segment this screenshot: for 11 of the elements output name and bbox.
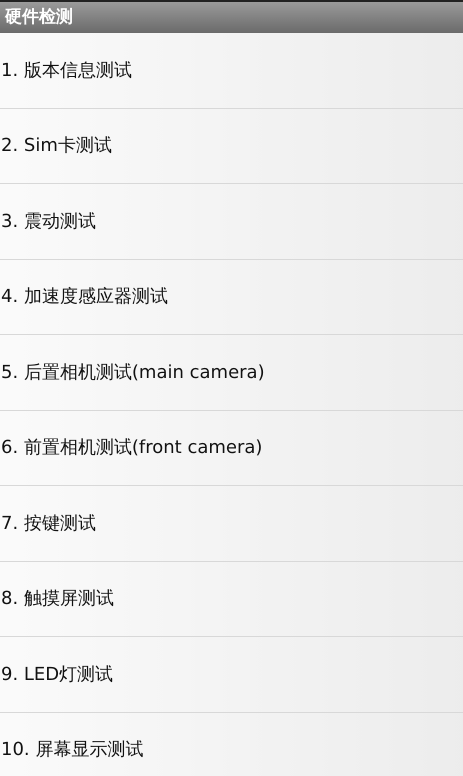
list-item[interactable]: 7. 按键测试 [0,486,463,562]
list-item[interactable]: 9. LED灯测试 [0,637,463,712]
list-item[interactable]: 4. 加速度感应器测试 [0,260,463,335]
list-item[interactable]: 2. Sim卡测试 [0,108,463,184]
list-item[interactable]: 8. 触摸屏测试 [0,562,463,637]
list-item[interactable]: 3. 震动测试 [0,184,463,260]
list-item[interactable]: 6. 前置相机测试(front camera) [0,410,463,486]
list-item[interactable]: 1. 版本信息测试 [0,33,463,108]
list-item[interactable]: 5. 后置相机测试(main camera) [0,335,463,410]
window-title: 硬件检测 [5,6,73,29]
list-item[interactable]: 10. 屏幕显示测试 [0,712,463,776]
